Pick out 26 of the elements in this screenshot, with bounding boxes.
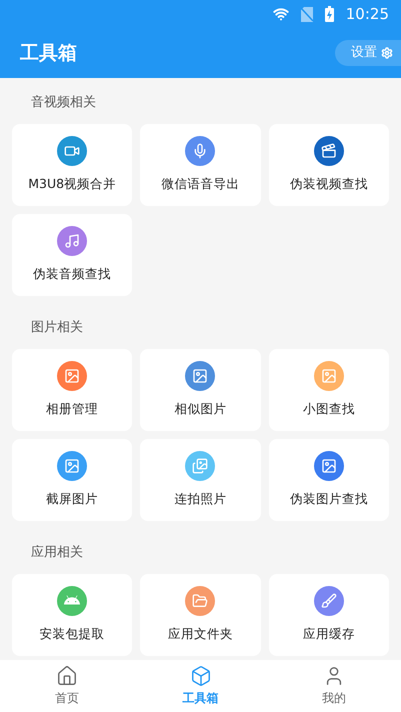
nav-tab[interactable]: 首页 bbox=[0, 660, 134, 712]
tool-card[interactable]: 相似图片 bbox=[140, 349, 261, 431]
no-sim-icon bbox=[300, 6, 313, 22]
tool-card[interactable]: M3U8视频合并 bbox=[12, 124, 132, 206]
section-heading: 图片相关 bbox=[31, 318, 83, 337]
tool-card[interactable]: 应用缓存 bbox=[268, 574, 389, 656]
tool-card[interactable]: 安装包提取 bbox=[12, 574, 132, 656]
tool-card[interactable]: 伪装音频查找 bbox=[12, 214, 132, 296]
tool-card[interactable]: 连拍照片 bbox=[140, 439, 261, 521]
page-title: 工具箱 bbox=[20, 40, 77, 66]
tool-card[interactable]: 伪装图片查找 bbox=[268, 439, 389, 521]
status-time: 10:25 bbox=[346, 4, 389, 25]
tool-card[interactable]: 伪装视频查找 bbox=[268, 124, 389, 206]
tool-card[interactable]: 相册管理 bbox=[12, 349, 132, 431]
nav-tab[interactable]: 我的 bbox=[267, 660, 401, 712]
tool-card[interactable]: 应用文件夹 bbox=[140, 574, 261, 656]
battery-icon bbox=[324, 6, 334, 22]
tool-card[interactable]: 截屏图片 bbox=[12, 439, 132, 521]
settings-icon bbox=[381, 47, 393, 59]
tool-card[interactable]: 微信语音导出 bbox=[140, 124, 261, 206]
tool-card[interactable]: 小图查找 bbox=[268, 349, 389, 431]
home-icon bbox=[56, 665, 78, 687]
section-heading: 应用相关 bbox=[31, 544, 83, 562]
wifi-icon bbox=[272, 6, 289, 22]
section-heading: 音视频相关 bbox=[31, 94, 96, 112]
cube-icon bbox=[190, 665, 212, 687]
